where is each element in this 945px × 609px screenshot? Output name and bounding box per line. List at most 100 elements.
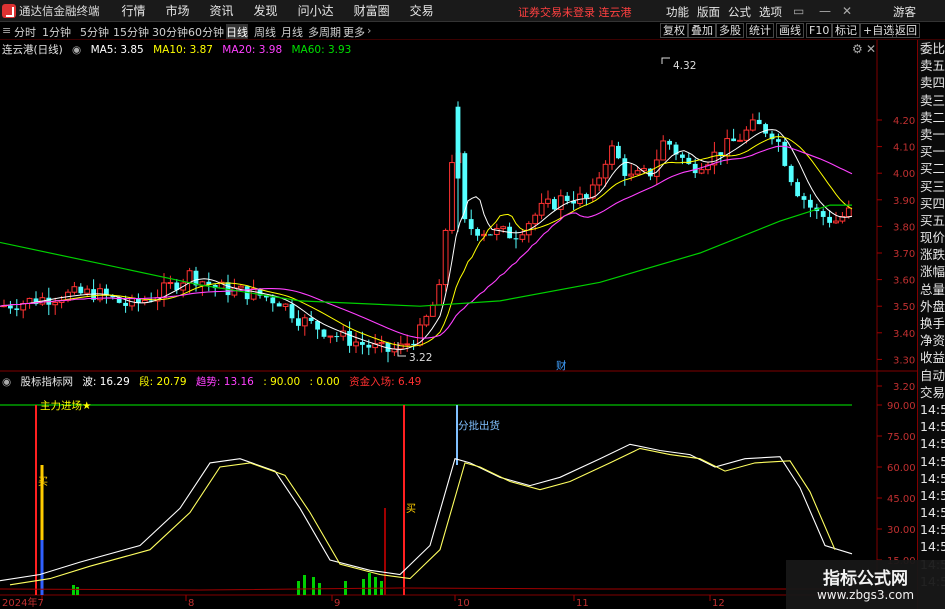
capital-entry-bar bbox=[312, 577, 315, 595]
finance-marker[interactable]: 财 bbox=[556, 359, 567, 372]
quote-field[interactable]: 买三 bbox=[918, 178, 945, 195]
trend-value: 趋势: 13.16 bbox=[195, 376, 254, 388]
candle-body bbox=[449, 162, 455, 231]
quote-field[interactable]: 卖三 bbox=[918, 92, 945, 109]
stock-name[interactable]: 连云港(日线) bbox=[2, 44, 63, 56]
ma60-value: MA60: 3.93 bbox=[291, 44, 352, 56]
candle-body bbox=[795, 182, 800, 197]
quote-field[interactable]: 14:56 bbox=[918, 521, 945, 538]
level-value: : 90.00 bbox=[263, 376, 301, 388]
candle-body bbox=[743, 129, 750, 141]
quote-field[interactable]: 委比 bbox=[918, 40, 945, 57]
quote-field[interactable]: 现价 bbox=[918, 229, 945, 246]
candle-body bbox=[475, 229, 480, 236]
stock-terminal-window: 通达信金融终端 行情 市场 资讯 发现 问小达 财富圈 交易 证券交易未登录 连… bbox=[0, 0, 945, 609]
candle-body bbox=[397, 343, 404, 350]
candle-body bbox=[123, 302, 128, 306]
quote-field[interactable]: 买四 bbox=[918, 195, 945, 212]
capital-entry-value: 资金入场: 6.49 bbox=[349, 376, 422, 388]
quote-field[interactable]: 14:56 bbox=[918, 453, 945, 470]
candle-body bbox=[8, 305, 13, 309]
quote-field[interactable]: 买一 bbox=[918, 143, 945, 160]
candle-body bbox=[468, 219, 474, 230]
candle-body bbox=[788, 165, 794, 183]
candle-body bbox=[378, 342, 385, 345]
candle-body bbox=[360, 342, 365, 345]
candle-body bbox=[71, 286, 78, 293]
indicator-tick-label: 30.00 bbox=[887, 525, 916, 536]
candle-body bbox=[513, 238, 519, 240]
quote-field[interactable]: 14:56 bbox=[918, 401, 945, 418]
quote-field[interactable]: 卖五 bbox=[918, 57, 945, 74]
candle-body bbox=[545, 198, 551, 204]
quote-field[interactable]: 外盘 bbox=[918, 298, 945, 315]
quote-field[interactable]: 卖二 bbox=[918, 109, 945, 126]
quote-field[interactable]: 14:56 bbox=[918, 435, 945, 452]
quote-field[interactable]: 换手 bbox=[918, 315, 945, 332]
indicator-name[interactable]: 股标指标网 bbox=[21, 376, 74, 388]
batch-sell-label: 分批出货 bbox=[458, 419, 500, 432]
chevron-down-icon[interactable]: ◉ bbox=[72, 44, 81, 56]
date-label: 2024年7 bbox=[2, 596, 44, 609]
candle-body bbox=[698, 169, 705, 174]
quote-field[interactable]: 14:56 bbox=[918, 538, 945, 555]
capital-entry-bar bbox=[344, 581, 347, 595]
quote-field[interactable]: 总量 bbox=[918, 281, 945, 298]
quote-field[interactable]: 净资 bbox=[918, 332, 945, 349]
candle-body bbox=[366, 344, 372, 348]
date-label: 12 bbox=[712, 598, 725, 609]
quote-field[interactable]: 收益 bbox=[918, 349, 945, 366]
candle-body bbox=[667, 140, 672, 145]
kline-chart[interactable]: 4.20 4.10 4.00 3.90 3.80 3.70 3.60 3.50 3.40 3.30… bbox=[0, 0, 945, 609]
candle-body bbox=[186, 270, 193, 284]
candle-body bbox=[289, 304, 295, 319]
price-tick-label: 3.70 bbox=[893, 249, 915, 260]
candle-body bbox=[347, 331, 352, 346]
quote-field[interactable]: 交易 bbox=[918, 384, 945, 401]
candle-body bbox=[763, 124, 768, 134]
quote-field[interactable]: 14:56 bbox=[918, 504, 945, 521]
candle-body bbox=[756, 119, 762, 125]
capital-entry-bar bbox=[76, 587, 79, 595]
price-axis-labels: 4.20 4.10 4.00 3.90 3.80 3.70 3.60 3.50 3.40 3.30… bbox=[877, 116, 915, 393]
price-tick-label: 3.90 bbox=[893, 196, 915, 207]
quote-field[interactable]: 14:56 bbox=[918, 418, 945, 435]
candle-body bbox=[282, 303, 289, 307]
quote-field[interactable]: 14:56 bbox=[918, 487, 945, 504]
quote-field[interactable]: 自动 bbox=[918, 367, 945, 384]
indicator-tick-label: 90.00 bbox=[887, 401, 916, 412]
candle-body bbox=[455, 106, 461, 179]
candle-body bbox=[488, 234, 493, 236]
candle-body bbox=[660, 140, 667, 161]
candle-body bbox=[609, 145, 615, 165]
quote-field[interactable]: 卖一 bbox=[918, 126, 945, 143]
close-panel-icon[interactable]: ✕ bbox=[866, 42, 876, 56]
quote-field[interactable]: 卖四 bbox=[918, 74, 945, 91]
quote-side-panel: 委比 卖五 卖四 卖三 卖二 卖一 买一 买二 买三 买四 买五 现价 涨跌 涨幅 总量 外盘 换手 净资 收益 自动… bbox=[917, 40, 945, 609]
quote-field[interactable]: 买二 bbox=[918, 160, 945, 177]
price-tick-label: 4.20 bbox=[893, 116, 915, 127]
ma10-value: MA10: 3.87 bbox=[153, 44, 213, 56]
candle-body bbox=[622, 158, 628, 176]
capital-entry-bars bbox=[72, 573, 383, 595]
quote-field[interactable]: 14:56 bbox=[918, 470, 945, 487]
price-tick-label: 3.30 bbox=[893, 355, 915, 366]
trend-line bbox=[0, 587, 852, 591]
candle-body bbox=[538, 202, 545, 216]
indicator-menu-icon[interactable]: ◉ bbox=[2, 376, 11, 388]
candle-body bbox=[52, 301, 59, 306]
candle-body bbox=[552, 199, 557, 210]
candle-body bbox=[731, 138, 736, 142]
price-tick-label: 3.50 bbox=[893, 302, 915, 313]
indicator-panel: 主力进场★ 买 买 分批出货 90.00 75.00 60.00 45.00 30.00… bbox=[0, 399, 916, 595]
main-entry-label: 主力进场★ bbox=[40, 399, 91, 412]
quote-field[interactable]: 买五 bbox=[918, 212, 945, 229]
candle-body bbox=[628, 173, 635, 177]
quote-field[interactable]: 涨幅 bbox=[918, 263, 945, 280]
candle-body bbox=[231, 287, 238, 296]
wave-line bbox=[0, 443, 853, 582]
high-marker-line bbox=[661, 57, 670, 64]
candle-body bbox=[634, 170, 641, 175]
settings-gear-icon[interactable]: ⚙ bbox=[852, 42, 863, 56]
quote-field[interactable]: 涨跌 bbox=[918, 246, 945, 263]
